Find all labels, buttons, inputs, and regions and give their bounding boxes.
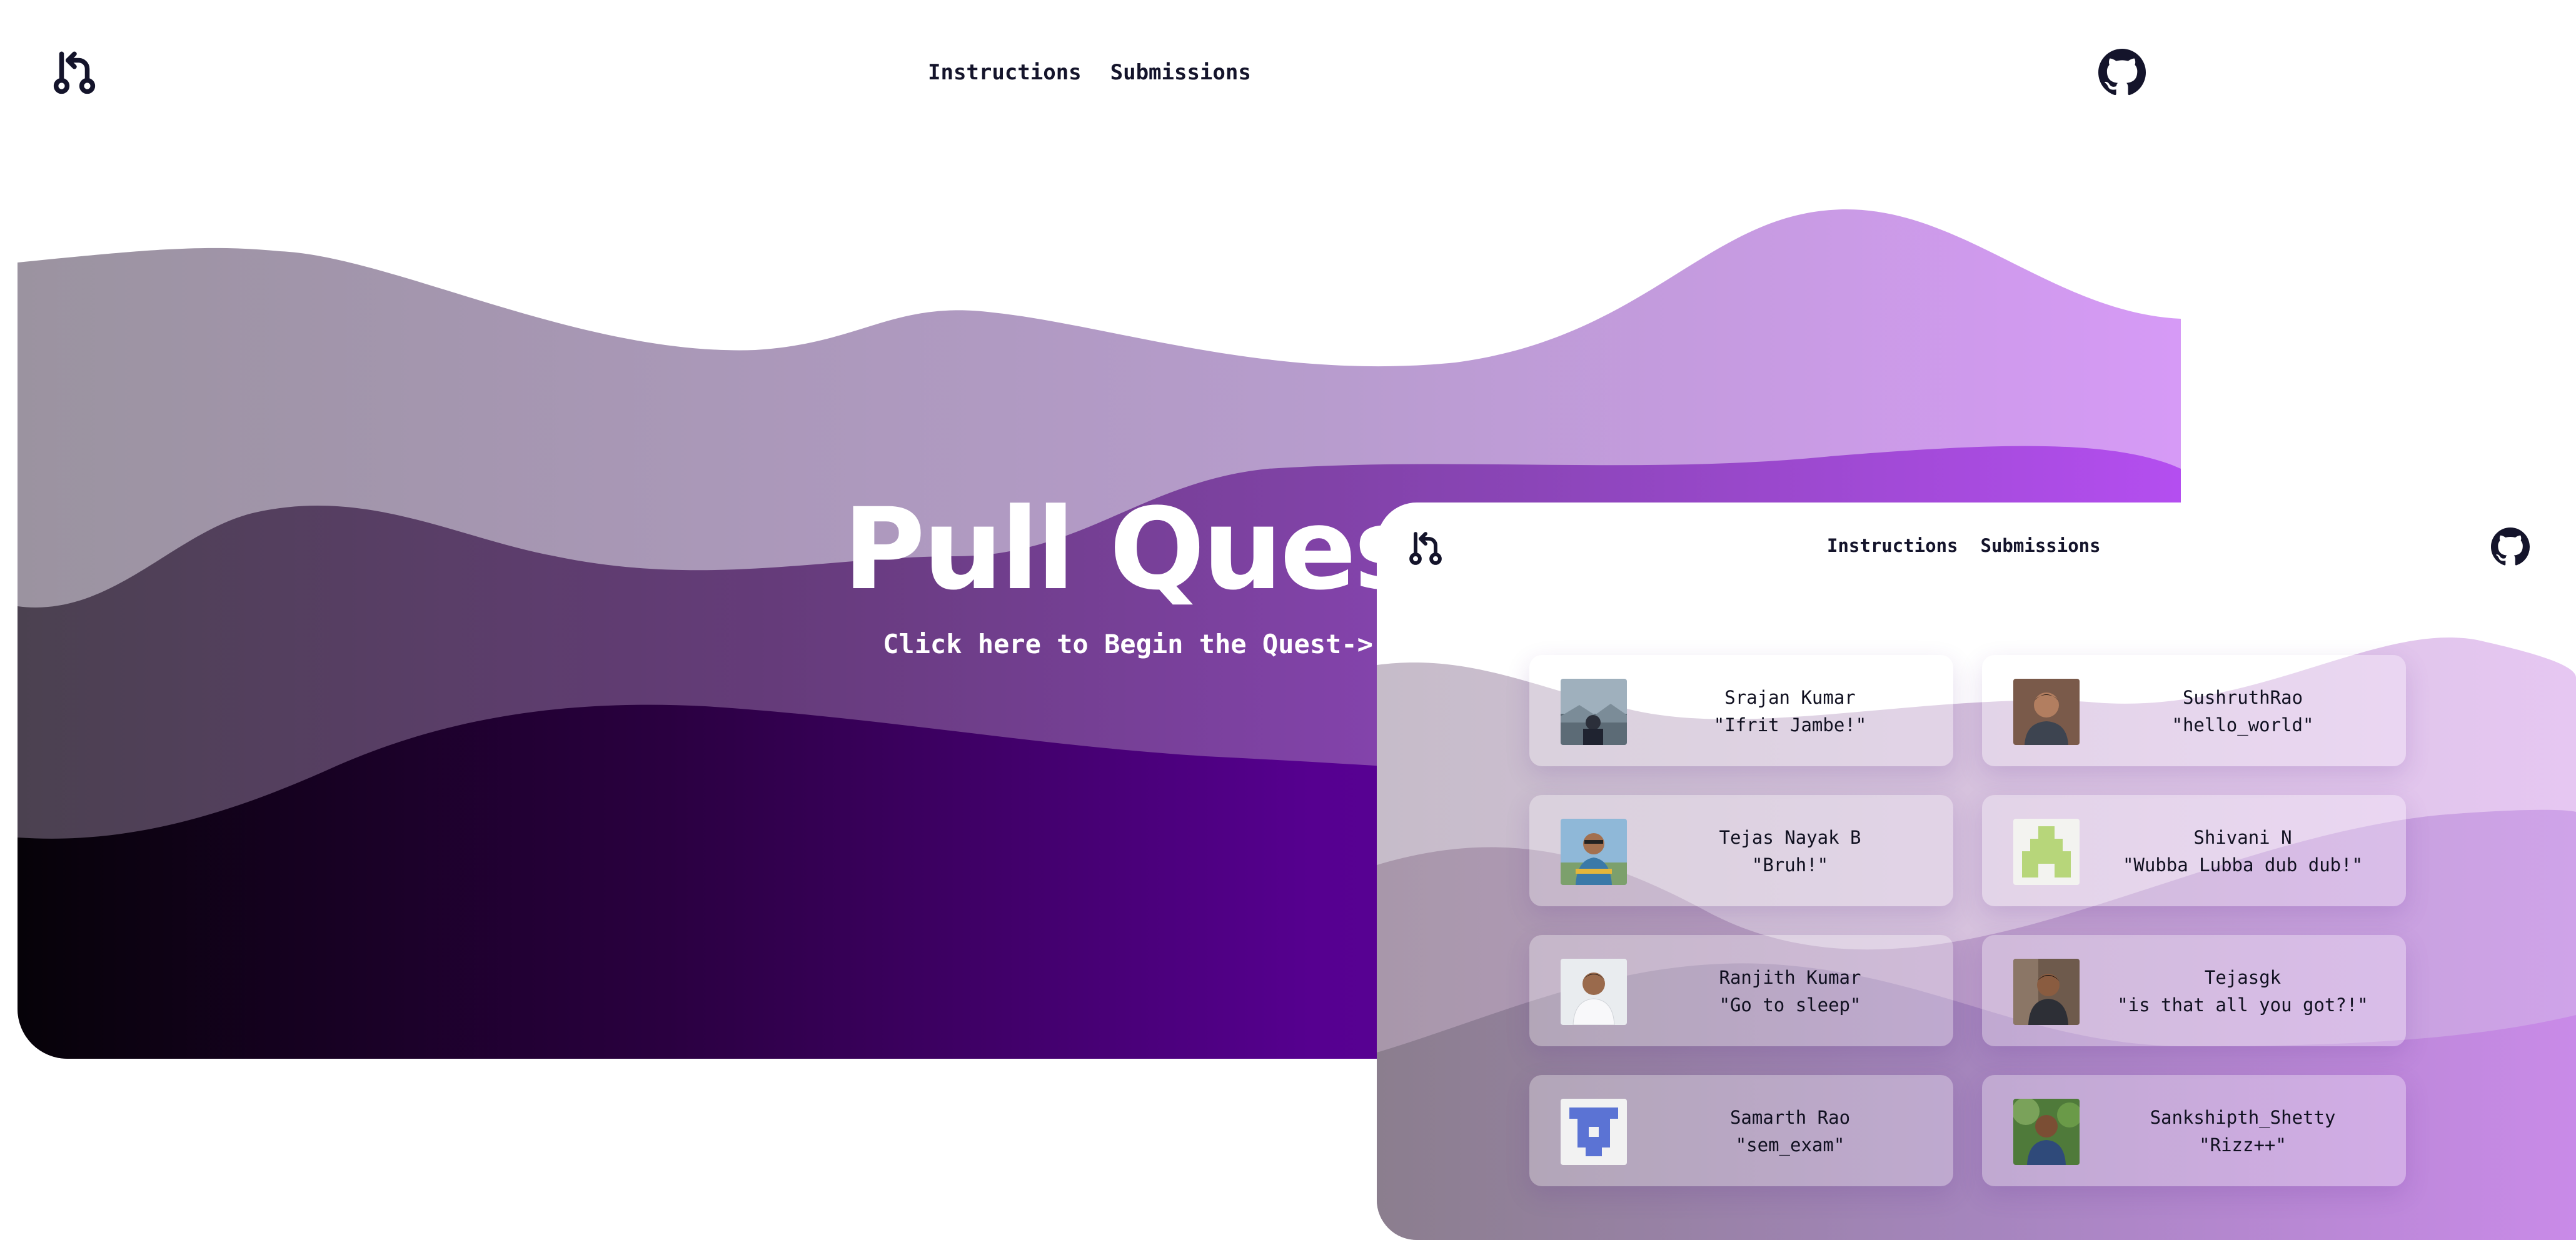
avatar <box>2013 1099 2080 1165</box>
card-text: Tejas Nayak B "Bruh!" <box>1627 824 1953 879</box>
participant-quote: "sem_exam" <box>1735 1134 1845 1156</box>
avatar <box>1561 1099 1627 1165</box>
submission-card[interactable]: Tejas Nayak B "Bruh!" <box>1529 795 1953 906</box>
nav-instructions[interactable]: Instructions <box>928 60 1082 85</box>
hero-title: Pull Quest <box>843 484 1472 615</box>
participant-name: SushruthRao <box>2182 687 2303 708</box>
avatar <box>2013 819 2080 885</box>
participant-quote: "Go to sleep" <box>1719 994 1861 1016</box>
submissions-window: Instructions Submissions Srajan Kumar "I… <box>1377 502 2576 1240</box>
submissions-nav: Instructions Submissions <box>1827 535 2101 556</box>
card-text: Tejasgk "is that all you got?!" <box>2080 964 2406 1019</box>
card-text: Shivani N "Wubba Lubba dub dub!" <box>2080 824 2406 879</box>
card-text: Samarth Rao "sem_exam" <box>1627 1104 1953 1159</box>
participant-name: Sankshipth_Shetty <box>2150 1107 2336 1128</box>
participant-quote: "is that all you got?!" <box>2117 994 2368 1016</box>
participant-name: Ranjith Kumar <box>1719 967 1861 988</box>
avatar <box>2013 959 2080 1025</box>
submission-card[interactable]: Samarth Rao "sem_exam" <box>1529 1075 1953 1186</box>
nav-submissions[interactable]: Submissions <box>1110 60 1251 85</box>
participant-name: Tejas Nayak B <box>1719 827 1861 848</box>
avatar <box>1561 679 1627 745</box>
github-icon[interactable] <box>2098 49 2146 96</box>
participant-name: Tejasgk <box>2204 967 2282 988</box>
card-text: Sankshipth_Shetty "Rizz++" <box>2080 1104 2406 1159</box>
participant-quote: "hello_world" <box>2171 714 2314 736</box>
participant-name: Samarth Rao <box>1729 1107 1851 1128</box>
submission-card[interactable]: Tejasgk "is that all you got?!" <box>1982 935 2406 1046</box>
avatar <box>1561 959 1627 1025</box>
logo-icon[interactable] <box>1406 529 1446 569</box>
participant-name: Srajan Kumar <box>1724 687 1856 708</box>
participant-name: Shivani N <box>2193 827 2292 848</box>
submission-card[interactable]: Sankshipth_Shetty "Rizz++" <box>1982 1075 2406 1186</box>
card-text: Ranjith Kumar "Go to sleep" <box>1627 964 1953 1019</box>
nav-submissions[interactable]: Submissions <box>1981 535 2101 556</box>
submission-card[interactable]: Ranjith Kumar "Go to sleep" <box>1529 935 1953 1046</box>
nav-instructions[interactable]: Instructions <box>1827 535 1958 556</box>
submission-card[interactable]: Shivani N "Wubba Lubba dub dub!" <box>1982 795 2406 906</box>
participant-quote: "Ifrit Jambe!" <box>1713 714 1867 736</box>
avatar <box>2013 679 2080 745</box>
card-text: Srajan Kumar "Ifrit Jambe!" <box>1627 684 1953 739</box>
avatar <box>1561 819 1627 885</box>
submission-card[interactable]: Srajan Kumar "Ifrit Jambe!" <box>1529 655 1953 766</box>
participant-quote: "Rizz++" <box>2199 1134 2287 1156</box>
main-nav: Instructions Submissions <box>928 60 1251 85</box>
begin-quest-link[interactable]: Click here to Begin the Quest-> <box>883 629 1373 659</box>
submissions-grid: Srajan Kumar "Ifrit Jambe!" SushruthRao … <box>1529 655 2406 1186</box>
participant-quote: "Bruh!" <box>1751 854 1829 876</box>
github-icon[interactable] <box>2491 528 2530 566</box>
card-text: SushruthRao "hello_world" <box>2080 684 2406 739</box>
participant-quote: "Wubba Lubba dub dub!" <box>2122 854 2363 876</box>
submission-card[interactable]: SushruthRao "hello_world" <box>1982 655 2406 766</box>
logo-icon[interactable] <box>49 48 100 99</box>
